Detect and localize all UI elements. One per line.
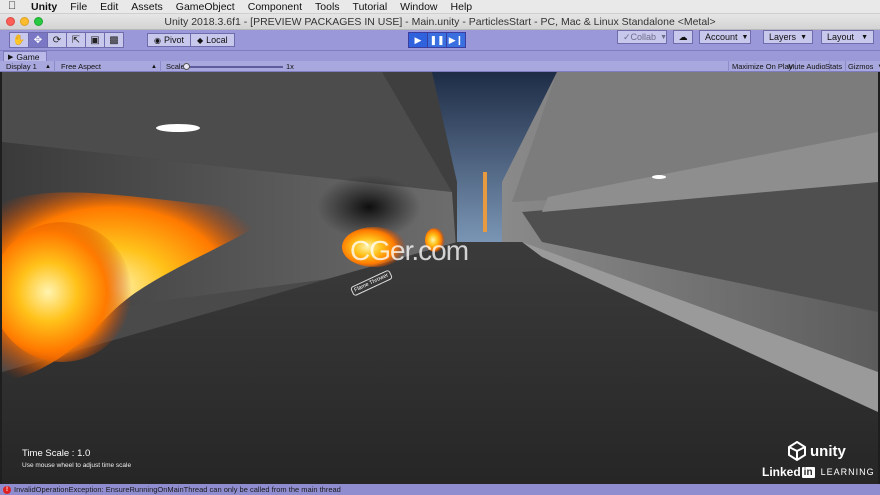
pause-icon: ❚❚ <box>429 34 445 45</box>
display-dropdown[interactable]: Display 1 ▲ <box>3 61 55 72</box>
cloud-icon: ☁ <box>678 31 688 42</box>
menu-app-name[interactable]: Unity <box>31 1 57 13</box>
apple-icon[interactable]:  <box>8 1 18 12</box>
window-title: Unity 2018.3.6f1 - [PREVIEW PACKAGES IN … <box>164 16 716 28</box>
collab-check-icon: ✓ <box>623 31 631 42</box>
menu-gameobject[interactable]: GameObject <box>176 1 235 13</box>
step-button[interactable]: ▶❙ <box>446 32 466 48</box>
unity-logo: unity <box>787 441 846 461</box>
chevron-down-icon: ▼ <box>861 33 868 41</box>
local-icon: ◆ <box>197 35 204 45</box>
layout-label: Layout <box>827 32 855 42</box>
layers-dropdown[interactable]: Layers ▼ <box>763 30 813 44</box>
gizmos-label: Gizmos <box>848 62 874 71</box>
move-icon: ✥ <box>33 34 43 46</box>
hand-icon: ✋ <box>12 34 26 46</box>
play-icon: ▶ <box>414 34 422 45</box>
unity-logo-text: unity <box>810 442 846 460</box>
local-toggle-button[interactable]: ◆ Local <box>190 33 235 47</box>
transform-tool-button[interactable]: ▩ <box>104 32 124 48</box>
transform-tools: ✋ ✥ ⟳ ⇱ ▣ ▩ <box>9 32 124 48</box>
scale-label: Scale <box>166 62 185 71</box>
menu-tutorial[interactable]: Tutorial <box>353 1 388 13</box>
chevron-down-icon: ▼ <box>741 33 749 41</box>
linkedin-learning-word: LEARNING <box>820 467 875 477</box>
display-label: Display 1 <box>6 62 37 71</box>
local-label: Local <box>206 35 228 45</box>
rotate-tool-button[interactable]: ⟳ <box>47 32 67 48</box>
main-toolbar: ✋ ✥ ⟳ ⇱ ▣ ▩ ◉ Pivot ◆ Local ▶ ❚❚ ▶❙ ✓ Co… <box>0 30 880 50</box>
collab-label: Collab <box>630 32 657 42</box>
game-viewport[interactable] <box>2 72 878 484</box>
game-tab-bar: ▶ Game <box>0 50 880 62</box>
game-scene <box>2 72 878 484</box>
cloud-button[interactable]: ☁ <box>673 30 693 44</box>
aspect-label: Free Aspect <box>61 62 102 71</box>
layout-dropdown[interactable]: Layout ▼ <box>821 30 874 44</box>
layers-label: Layers <box>769 32 797 42</box>
scale-value: 1x <box>286 62 294 71</box>
menu-window[interactable]: Window <box>400 1 437 13</box>
pivot-controls: ◉ Pivot ◆ Local <box>147 33 235 47</box>
menu-help[interactable]: Help <box>451 1 473 13</box>
menu-tools[interactable]: Tools <box>315 1 340 13</box>
error-icon: ! <box>3 485 11 494</box>
status-message: InvalidOperationException: EnsureRunning… <box>14 485 341 494</box>
move-tool-button[interactable]: ✥ <box>28 32 48 48</box>
linkedin-word: Linked <box>762 465 801 479</box>
game-tab-icon: ▶ <box>8 54 14 61</box>
scale-icon: ⇱ <box>71 34 81 46</box>
hand-tool-button[interactable]: ✋ <box>9 32 29 48</box>
chevron-down-icon: ▼ <box>660 33 667 41</box>
scale-slider-track[interactable] <box>185 66 283 68</box>
stats-toggle[interactable]: Stats <box>822 61 847 72</box>
step-icon: ▶❙ <box>448 34 464 45</box>
menu-assets[interactable]: Assets <box>131 1 163 13</box>
mute-label: Mute Audio <box>788 62 826 71</box>
stats-label: Stats <box>825 62 843 71</box>
game-view-options: Display 1 ▲ Free Aspect ▲ Scale 1x Maxim… <box>0 61 880 72</box>
menu-edit[interactable]: Edit <box>100 1 118 13</box>
chevron-down-icon: ▼ <box>800 33 807 41</box>
rect-icon: ▣ <box>90 34 100 46</box>
collab-button[interactable]: ✓ Collab ▼ <box>617 30 667 44</box>
pivot-icon: ◉ <box>154 35 161 45</box>
linkedin-in-badge: in <box>801 466 815 478</box>
menu-file[interactable]: File <box>70 1 87 13</box>
account-dropdown[interactable]: Account ▼ <box>699 30 751 44</box>
chevron-down-icon: ▲ <box>45 63 51 70</box>
account-label: Account <box>705 32 738 42</box>
console-status-bar[interactable]: ! InvalidOperationException: EnsureRunni… <box>0 484 880 495</box>
rect-tool-button[interactable]: ▣ <box>85 32 105 48</box>
play-button[interactable]: ▶ <box>408 32 428 48</box>
time-scale-text: Time Scale : 1.0 <box>22 448 91 459</box>
pivot-label: Pivot <box>163 35 184 45</box>
watermark-text: CGer.com <box>350 235 469 266</box>
linkedin-learning-logo: Linked in LEARNING <box>762 465 875 479</box>
unity-cube-icon <box>788 441 806 461</box>
gizmos-dropdown[interactable]: Gizmos ▼ <box>845 61 880 72</box>
mac-menubar:  Unity File Edit Assets GameObject Comp… <box>0 0 880 14</box>
time-scale-hint: Use mouse wheel to adjust time scale <box>22 462 132 469</box>
transform-icon: ▩ <box>109 34 119 46</box>
scale-slider-handle[interactable] <box>183 63 190 70</box>
pivot-toggle-button[interactable]: ◉ Pivot <box>147 33 191 47</box>
scale-tool-button[interactable]: ⇱ <box>66 32 86 48</box>
menu-component[interactable]: Component <box>248 1 302 13</box>
maximize-label: Maximize On Play <box>732 62 793 71</box>
chevron-down-icon: ▲ <box>151 63 157 70</box>
window-titlebar: Unity 2018.3.6f1 - [PREVIEW PACKAGES IN … <box>0 14 880 30</box>
pause-button[interactable]: ❚❚ <box>427 32 447 48</box>
play-controls: ▶ ❚❚ ▶❙ <box>408 32 466 48</box>
rotate-icon: ⟳ <box>52 34 62 46</box>
aspect-dropdown[interactable]: Free Aspect ▲ <box>58 61 161 72</box>
